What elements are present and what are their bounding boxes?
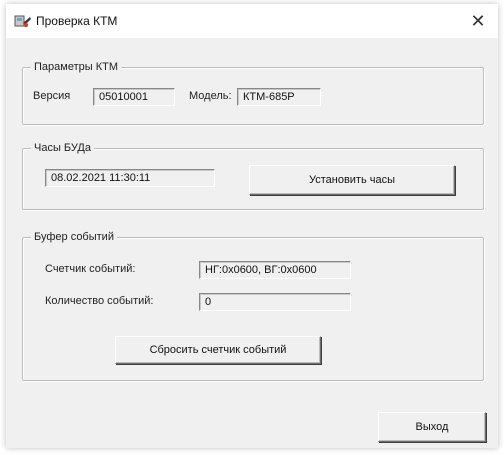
close-button[interactable]: ✕ (458, 4, 498, 38)
event-buffer-legend: Буфер событий (31, 231, 117, 243)
reset-event-counter-button[interactable]: Сбросить счетчик событий (115, 336, 321, 364)
close-icon: ✕ (470, 10, 486, 31)
clock-datetime-field[interactable]: 08.02.2021 11:30:11 (45, 169, 215, 187)
event-count-label: Количество событий: (45, 295, 154, 307)
model-field[interactable]: КТМ-685Р (237, 88, 321, 106)
dialog-window: Проверка КТМ ✕ Параметры КТМ Версия 0501… (6, 4, 498, 448)
clock-group: Часы БУДа 08.02.2021 11:30:11 Установить… (22, 142, 484, 210)
ktm-params-group: Параметры КТМ Версия 05010001 Модель: КТ… (22, 61, 484, 125)
set-clock-button[interactable]: Установить часы (249, 165, 455, 195)
title-bar[interactable]: Проверка КТМ ✕ (6, 4, 498, 38)
event-counter-label: Счетчик событий: (45, 263, 136, 275)
event-counter-field[interactable]: НГ:0x0600, ВГ:0x0600 (199, 261, 351, 279)
version-field[interactable]: 05010001 (93, 88, 175, 106)
event-buffer-group: Буфер событий Счетчик событий: НГ:0x0600… (22, 231, 484, 381)
version-label: Версия (33, 90, 71, 102)
app-icon (14, 13, 32, 29)
event-count-field[interactable]: 0 (199, 293, 351, 311)
exit-button[interactable]: Выход (378, 412, 486, 442)
window-title: Проверка КТМ (36, 14, 118, 28)
ktm-params-legend: Параметры КТМ (31, 61, 121, 73)
clock-legend: Часы БУДа (31, 142, 94, 154)
model-label: Модель: (189, 90, 232, 102)
